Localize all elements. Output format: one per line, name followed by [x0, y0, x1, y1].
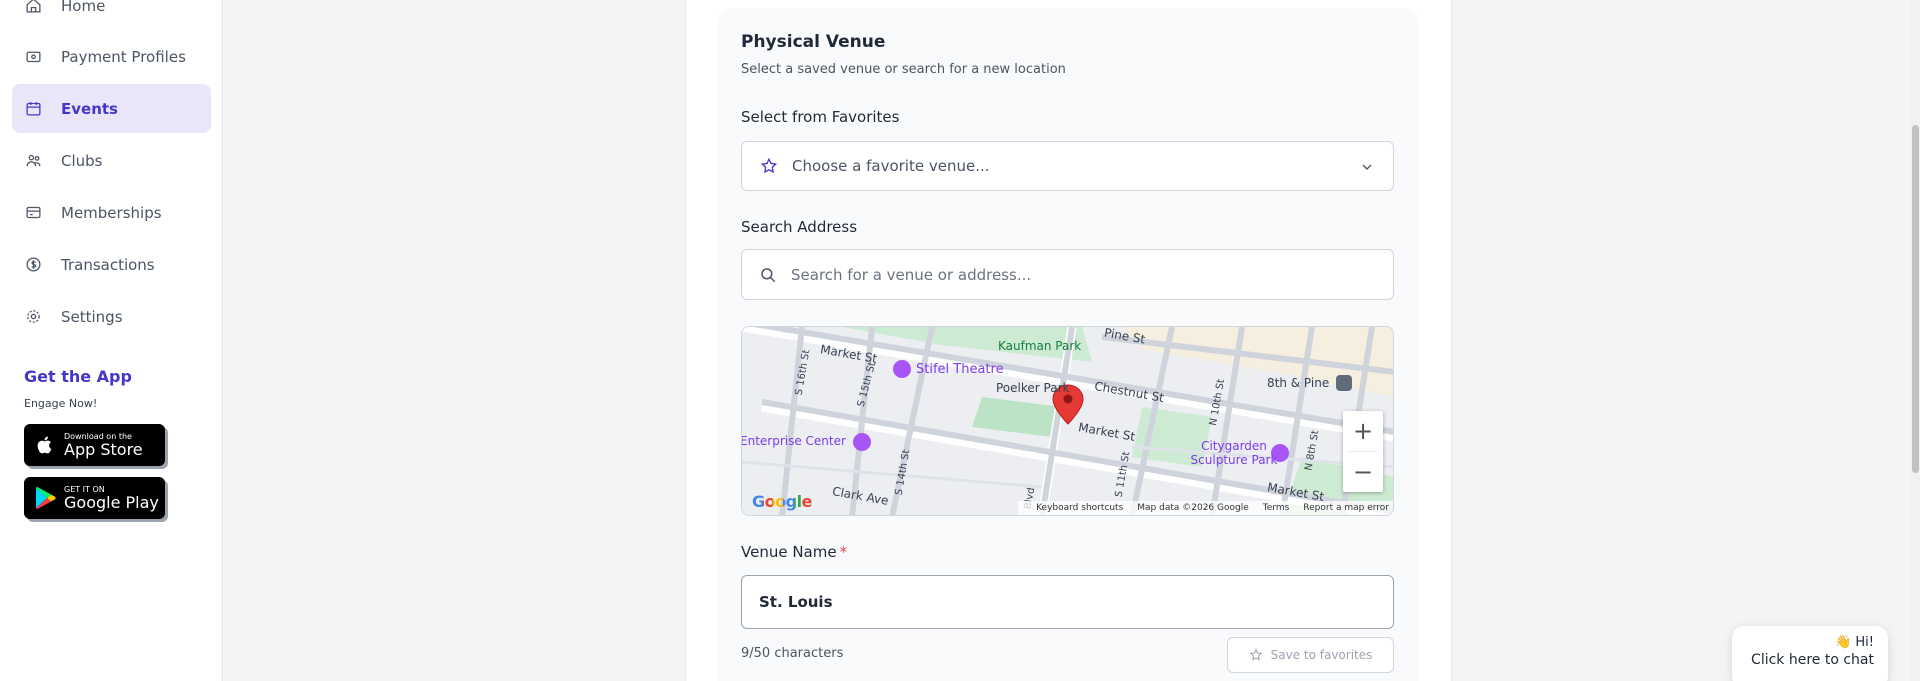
favorite-venue-select[interactable]: Choose a favorite venue...: [741, 141, 1394, 191]
google-logo: Google: [752, 492, 812, 511]
keyboard-shortcuts-link[interactable]: Keyboard shortcuts: [1036, 503, 1123, 513]
save-to-favorites-label: Save to favorites: [1270, 648, 1373, 662]
google-play-big: Google Play: [64, 492, 159, 512]
star-icon: [1249, 648, 1262, 661]
calendar-icon: [24, 100, 42, 118]
sidebar-item-label: Payment Profiles: [61, 47, 186, 66]
users-icon: [24, 152, 42, 170]
sidebar-item-label: Home: [61, 0, 106, 15]
sidebar-item-label: Transactions: [61, 255, 155, 274]
map-label-poi: Enterprise Center: [741, 434, 846, 448]
map-label: Kaufman Park: [998, 339, 1082, 353]
search-icon: [761, 267, 776, 282]
sidebar: Home Payment Profiles Events Clubs Membe…: [0, 0, 223, 681]
sidebar-item-settings[interactable]: Settings: [12, 292, 211, 341]
map-label-poi: Citygarden Sculpture Park: [1190, 439, 1278, 467]
sidebar-item-label: Settings: [61, 307, 123, 326]
chat-cta: Click here to chat: [1751, 652, 1874, 668]
home-icon: [24, 0, 42, 15]
dollar-icon: [24, 256, 42, 274]
terms-link[interactable]: Terms: [1263, 503, 1290, 513]
google-play-badge[interactable]: GET IT ON Google Play: [24, 477, 165, 519]
map-zoom-controls: + −: [1343, 411, 1383, 492]
map-label: Poelker Park: [996, 381, 1070, 395]
sidebar-item-clubs[interactable]: Clubs: [12, 136, 211, 185]
chevron-down-icon: [1362, 164, 1372, 170]
favorite-venue-placeholder: Choose a favorite venue...: [792, 157, 990, 175]
star-icon: [760, 157, 778, 174]
google-play-icon: [33, 486, 57, 510]
venue-name-input[interactable]: [759, 593, 1359, 611]
payment-icon: [24, 48, 42, 66]
sidebar-item-events[interactable]: Events: [12, 84, 211, 133]
sidebar-item-memberships[interactable]: Memberships: [12, 188, 211, 237]
zoom-in-button[interactable]: +: [1343, 411, 1383, 451]
gear-icon: [24, 308, 42, 326]
map[interactable]: Market St Stifel Theatre Kaufman Park Pi…: [741, 326, 1394, 516]
save-to-favorites-button[interactable]: Save to favorites: [1227, 637, 1394, 673]
search-address-input[interactable]: [791, 265, 1371, 284]
map-label: 8th & Pine: [1267, 376, 1330, 390]
required-marker: *: [839, 543, 848, 561]
app-store-badge[interactable]: Download on the App Store: [24, 424, 165, 466]
character-count: 9/50 characters: [741, 646, 844, 661]
scrollbar-thumb[interactable]: [1912, 125, 1919, 473]
sidebar-item-label: Clubs: [61, 151, 103, 170]
venue-name-label: Venue Name *: [741, 543, 848, 561]
search-address-label: Search Address: [741, 218, 858, 236]
app-store-big: App Store: [64, 439, 143, 459]
report-map-error-link[interactable]: Report a map error: [1303, 503, 1389, 513]
card-icon: [24, 204, 42, 222]
venue-name-box: [741, 575, 1394, 629]
map-label-poi: Stifel Theatre: [916, 362, 1004, 377]
sidebar-item-label: Events: [61, 99, 118, 118]
sidebar-item-payment-profiles[interactable]: Payment Profiles: [12, 32, 211, 81]
chat-widget[interactable]: 👋 Hi! Click here to chat: [1732, 626, 1888, 681]
venue-section-title: Physical Venue: [741, 32, 886, 52]
get-app-title: Get the App: [24, 367, 132, 386]
sidebar-item-home[interactable]: Home: [12, 0, 211, 30]
chat-greeting: 👋 Hi!: [1835, 635, 1874, 650]
venue-section-subtitle: Select a saved venue or search for a new…: [741, 62, 1066, 77]
apple-icon: [33, 433, 57, 457]
sidebar-item-transactions[interactable]: Transactions: [12, 240, 211, 289]
zoom-out-button[interactable]: −: [1343, 452, 1383, 492]
favorites-label: Select from Favorites: [741, 108, 900, 126]
search-address-box: [741, 249, 1394, 300]
map-data-text: Map data ©2026 Google: [1137, 503, 1249, 513]
sidebar-item-label: Memberships: [61, 203, 162, 222]
map-footer: Keyboard shortcuts Map data ©2026 Google…: [1018, 501, 1393, 515]
get-app-subtitle: Engage Now!: [24, 397, 98, 410]
